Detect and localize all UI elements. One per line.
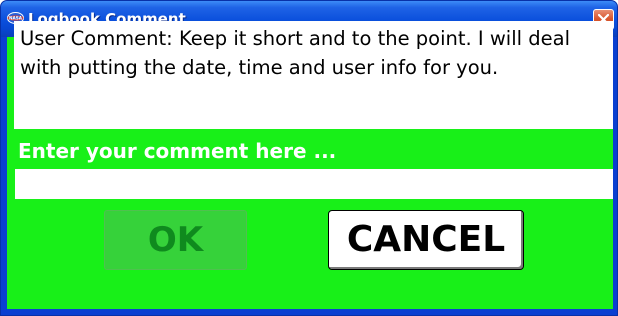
comment-entry-label: Enter your comment here ... bbox=[18, 139, 337, 163]
ok-button[interactable]: OK bbox=[104, 210, 247, 270]
app-logo-text: NASA bbox=[9, 16, 23, 21]
cancel-button[interactable]: CANCEL bbox=[328, 210, 524, 270]
comment-input[interactable] bbox=[15, 169, 613, 199]
logbook-comment-dialog: NASA Logbook Comment User Comment: Keep … bbox=[0, 0, 618, 316]
user-comment-text: User Comment: Keep it short and to the p… bbox=[14, 21, 613, 129]
